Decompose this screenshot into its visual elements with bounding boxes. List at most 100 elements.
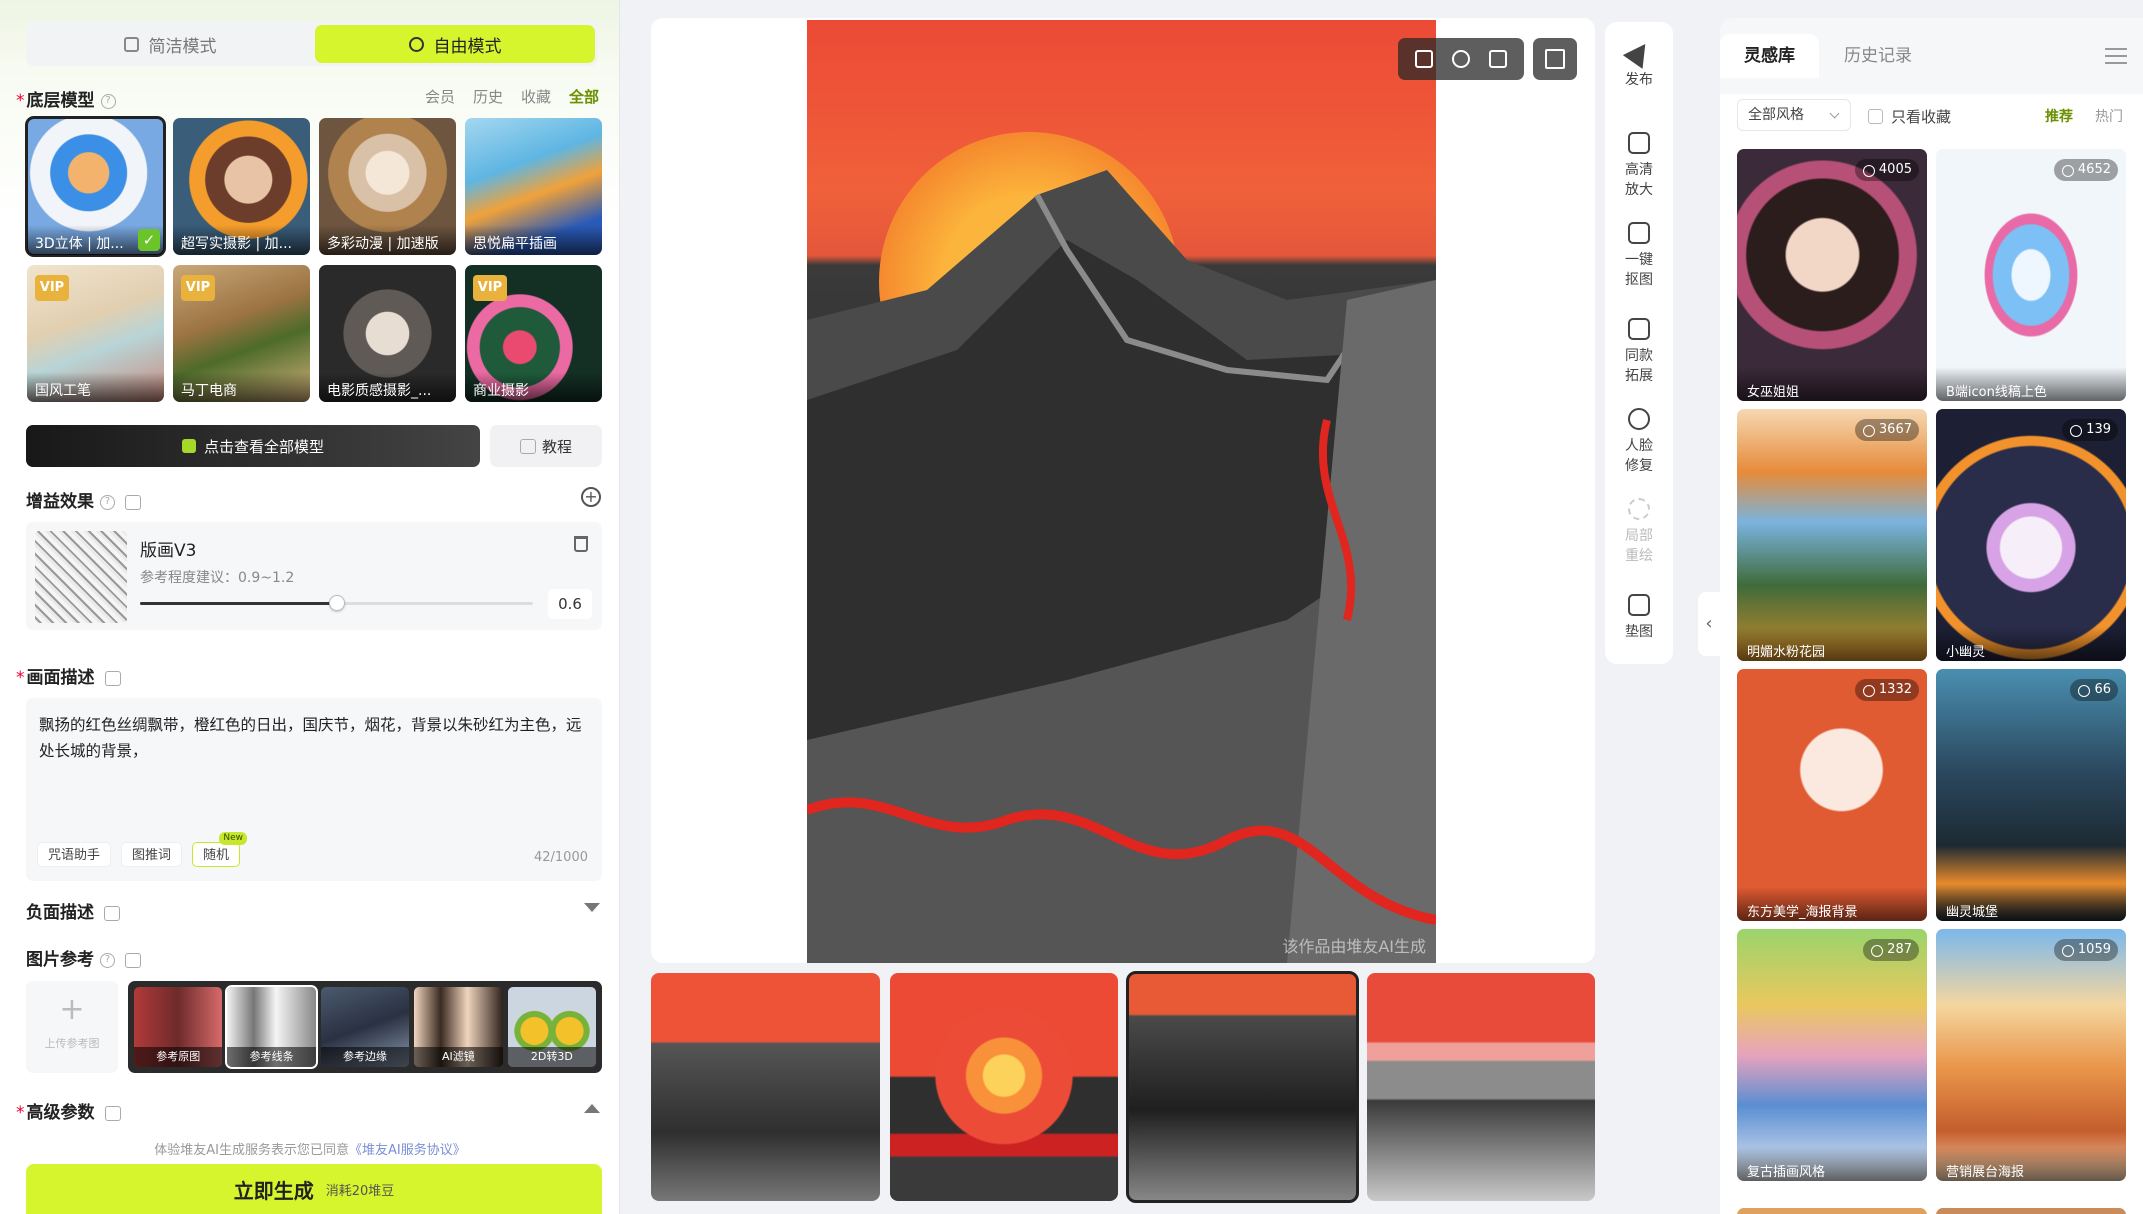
effect-hint: 参考程度建议：0.9~1.2 <box>140 570 295 586</box>
advanced-title[interactable]: * 高级参数 <box>16 1098 121 1123</box>
reference-mode-item[interactable]: 2D转3D <box>507 987 597 1067</box>
vip-badge: VIP <box>35 275 69 301</box>
tool-column: 发布 高清放大 一键抠图 同款拓展 人脸修复 局部重绘 垫图 <box>1605 22 1673 664</box>
inspiration-card[interactable]: 1332 东方美学_海报背景 <box>1737 669 1927 921</box>
delete-icon[interactable] <box>1488 50 1507 68</box>
inspiration-card[interactable]: 139 小幽灵 <box>1936 409 2126 661</box>
reference-mode-item[interactable]: 参考线条 <box>225 985 318 1069</box>
filter-history[interactable]: 历史 <box>473 86 503 107</box>
model-card[interactable]: VIP 商业摄影 <box>465 265 602 402</box>
face-fix-button[interactable]: 人脸修复 <box>1605 408 1673 476</box>
brush-icon <box>1628 498 1650 520</box>
filter-favorites[interactable]: 收藏 <box>521 86 551 107</box>
model-card[interactable]: 3D立体 | 加... ✓ <box>25 116 166 257</box>
vip-badge: VIP <box>473 275 507 301</box>
sort-hot[interactable]: 热门 <box>2095 106 2123 126</box>
right-tabs: 灵感库 历史记录 <box>1720 18 2143 94</box>
usage-count: 4005 <box>1854 159 1919 181</box>
model-card[interactable]: VIP 马丁电商 <box>173 265 310 402</box>
view-all-models-button[interactable]: 点击查看全部模型 <box>26 425 480 467</box>
model-card[interactable]: 思悦扁平插画 <box>465 118 602 255</box>
reference-mode-item[interactable]: 参考边缘 <box>320 987 410 1067</box>
image-icon <box>1628 594 1650 616</box>
book-icon[interactable] <box>125 952 141 968</box>
add-effect-icon[interactable]: + <box>581 487 601 507</box>
model-card[interactable]: 电影质感摄影_... <box>319 265 456 402</box>
publish-button[interactable]: 发布 <box>1605 37 1673 90</box>
inspiration-card[interactable]: 1059 营销展台海报 <box>1936 929 2126 1181</box>
generated-image[interactable]: 该作品由堆友AI生成 <box>807 20 1436 963</box>
book-icon[interactable] <box>104 1105 121 1121</box>
image-to-prompt-button[interactable]: 图推词 <box>121 842 183 867</box>
effects-title: 增益效果? <box>26 487 141 512</box>
usage-count: 1059 <box>2053 939 2118 961</box>
help-icon[interactable]: ? <box>100 93 116 109</box>
prompt-tools: 咒语助手 图推词 随机 New <box>37 832 248 867</box>
prompt-textarea[interactable]: 飘扬的红色丝绸飘带，橙红色的日出，国庆节，烟花，背景以朱砂红为主色，远处长城的背… <box>26 698 602 881</box>
inspiration-card[interactable]: 287 复古插画风格 <box>1737 929 1927 1181</box>
result-thumbnail[interactable] <box>1366 973 1595 1201</box>
download-icon[interactable] <box>1415 50 1434 68</box>
inspiration-card[interactable]: 3667 明媚水粉花园 <box>1737 409 1927 661</box>
mode-free-tab[interactable]: 自由模式 <box>315 25 595 63</box>
model-card[interactable]: 超写实摄影 | 加... <box>173 118 310 255</box>
result-thumbnail[interactable] <box>651 973 880 1201</box>
help-icon[interactable]: ? <box>100 494 115 510</box>
send-icon <box>1622 37 1656 69</box>
spell-assistant-button[interactable]: 咒语助手 <box>37 842 112 867</box>
delete-icon[interactable] <box>574 536 588 552</box>
collapse-right-panel-button[interactable]: ‹ <box>1698 592 1720 656</box>
model-card[interactable]: VIP 国风工笔 <box>27 265 164 402</box>
negative-title[interactable]: 负面描述 <box>26 898 120 923</box>
reference-mode-item[interactable]: 参考原图 <box>134 987 223 1067</box>
agreement-link[interactable]: 《堆友AI服务协议》 <box>349 1143 466 1158</box>
filter-all[interactable]: 全部 <box>569 86 599 107</box>
result-thumbnail[interactable] <box>889 973 1118 1201</box>
result-thumbnail[interactable] <box>1126 971 1359 1203</box>
usage-count: 287 <box>1863 939 1919 961</box>
plus-icon: + <box>59 992 85 1027</box>
model-filter-tabs: 会员 历史 收藏 全部 <box>425 86 599 107</box>
share-icon[interactable] <box>1451 50 1470 68</box>
mode-simple-tab[interactable]: 简洁模式 <box>30 25 310 63</box>
upscale-button[interactable]: 高清放大 <box>1605 132 1673 200</box>
effect-value-input[interactable]: 0.6 <box>548 589 592 619</box>
usage-count: 3667 <box>1854 419 1919 441</box>
fullscreen-icon[interactable] <box>1533 38 1577 80</box>
inspiration-card[interactable]: 4652 B端icon线稿上色 <box>1936 149 2126 401</box>
inspiration-card[interactable]: 66 幽灵城堡 <box>1936 669 2126 921</box>
tab-history[interactable]: 历史记录 <box>1820 34 1936 78</box>
base-image-button[interactable]: 垫图 <box>1605 594 1673 642</box>
collapse-menu-icon[interactable] <box>2105 48 2127 64</box>
book-icon[interactable] <box>125 494 141 510</box>
usage-count: 1332 <box>1854 679 1919 701</box>
cutout-button[interactable]: 一键抠图 <box>1605 222 1673 290</box>
cutout-icon <box>1628 222 1650 244</box>
reference-mode-item[interactable]: AI滤镜 <box>414 987 503 1067</box>
inspiration-card[interactable] <box>1936 1208 2126 1214</box>
slider-handle[interactable] <box>328 595 345 611</box>
prompt-text[interactable]: 飘扬的红色丝绸飘带，橙红色的日出，国庆节，烟花，背景以朱砂红为主色，远处长城的背… <box>39 712 591 764</box>
sort-recommend[interactable]: 推荐 <box>2045 106 2073 126</box>
inspiration-card[interactable]: 4005 女巫姐姐 <box>1737 149 1927 401</box>
book-icon[interactable] <box>104 905 120 921</box>
inpaint-button: 局部重绘 <box>1605 498 1673 566</box>
chevron-up-icon[interactable] <box>584 1104 600 1113</box>
chevron-down-icon[interactable] <box>584 903 600 912</box>
tutorial-button[interactable]: 教程 <box>490 425 602 467</box>
random-button[interactable]: 随机 New <box>192 832 248 867</box>
favorites-only-checkbox[interactable]: 只看收藏 <box>1868 106 1951 127</box>
upload-reference-button[interactable]: + 上传参考图 <box>26 981 118 1073</box>
help-icon[interactable]: ? <box>100 952 115 968</box>
inspiration-card[interactable] <box>1737 1208 1927 1214</box>
effect-strength-slider[interactable] <box>140 595 533 611</box>
style-select[interactable]: 全部风格 <box>1737 99 1851 131</box>
tab-inspiration[interactable]: 灵感库 <box>1720 34 1819 78</box>
model-grid: 3D立体 | 加... ✓ 超写实摄影 | 加... 多彩动漫 | 加速版 思悦扁… <box>25 116 605 402</box>
left-settings-panel: 简洁模式 自由模式 * 底层模型? 会员 历史 收藏 全部 3D立体 | 加...… <box>0 0 620 1214</box>
extend-button[interactable]: 同款拓展 <box>1605 318 1673 386</box>
filter-member[interactable]: 会员 <box>425 86 455 107</box>
generate-button[interactable]: 立即生成 消耗20堆豆 <box>26 1164 602 1214</box>
book-icon[interactable] <box>104 670 121 686</box>
model-card[interactable]: 多彩动漫 | 加速版 <box>319 118 456 255</box>
